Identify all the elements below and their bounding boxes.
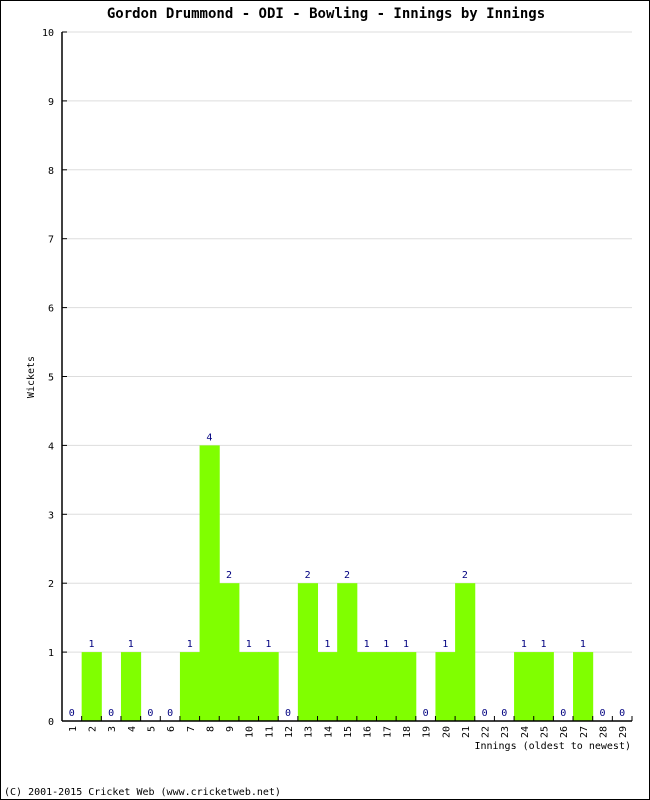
y-tick-label: 0: [48, 717, 54, 728]
data-label: 4: [206, 432, 212, 443]
bar: [297, 583, 319, 721]
x-tick-label: 28: [599, 726, 610, 738]
y-tick-label: 8: [48, 166, 54, 177]
data-label: 0: [619, 708, 625, 719]
data-label: 1: [442, 639, 448, 650]
x-tick-label: 25: [540, 726, 551, 738]
x-tick-label: 27: [579, 726, 590, 738]
bar: [179, 652, 201, 721]
y-tick-label: 9: [48, 97, 54, 108]
data-label: 1: [88, 639, 94, 650]
x-tick-label: 5: [146, 726, 157, 732]
y-tick-label: 5: [48, 373, 54, 384]
bar: [455, 583, 476, 721]
bar: [337, 583, 358, 721]
x-tick-label: 24: [520, 726, 531, 738]
y-tick-label: 7: [48, 235, 54, 246]
x-tick-label: 9: [225, 726, 236, 732]
x-tick-label: 12: [284, 726, 295, 738]
x-tick-label: 13: [304, 726, 315, 738]
bar: [573, 652, 594, 721]
y-tick-label: 4: [48, 441, 54, 452]
x-tick-label: 7: [186, 726, 197, 732]
bar: [199, 445, 220, 721]
data-label: 2: [305, 570, 311, 581]
data-label: 1: [265, 639, 271, 650]
x-tick-label: 26: [559, 726, 570, 738]
bar: [120, 652, 142, 721]
y-tick-labels: 0 1 2 3 4 5 6 7 8 9 10: [42, 28, 54, 728]
x-tick-label: 20: [441, 726, 452, 738]
bar: [533, 652, 554, 721]
x-tick-label: 3: [107, 726, 118, 732]
data-label: 1: [383, 639, 389, 650]
data-label: 0: [482, 708, 488, 719]
data-label: 1: [541, 639, 547, 650]
data-label: 0: [69, 708, 75, 719]
x-tick-label: 6: [166, 726, 177, 732]
x-tick-label: 19: [422, 726, 433, 738]
y-tick-label: 10: [42, 28, 54, 39]
x-tick-label: 1: [68, 726, 79, 732]
data-label: 0: [108, 708, 114, 719]
chart-title: Gordon Drummond - ODI - Bowling - Inning…: [107, 6, 545, 22]
x-tick-label: 22: [481, 726, 492, 738]
x-tick-labels: 1 2 3 4 5 6 7 8 9 10 11 12 13 14 15 16 17 18 19 20 21 22 23 24 2…: [68, 726, 629, 738]
chart-frame: Gordon Drummond - ODI - Bowling - Inning…: [0, 0, 650, 800]
bar: [258, 652, 279, 721]
data-label: 0: [423, 708, 429, 719]
data-label: 1: [364, 639, 370, 650]
bar: [376, 652, 397, 721]
y-tick-label: 1: [48, 648, 54, 659]
bar: [317, 652, 338, 721]
y-tick-label: 2: [48, 579, 54, 590]
bar-chart: Gordon Drummond - ODI - Bowling - Inning…: [4, 6, 633, 798]
x-tick-label: 17: [382, 726, 393, 738]
data-label: 2: [226, 570, 232, 581]
x-axis-title: Innings (oldest to newest): [474, 741, 631, 752]
x-tick-label: 15: [343, 726, 354, 738]
x-tick-label: 11: [264, 726, 275, 738]
x-tick-label: 14: [323, 726, 334, 738]
y-tick-label: 6: [48, 304, 54, 315]
y-tick-label: 3: [48, 510, 54, 521]
data-label: 0: [147, 708, 153, 719]
bar: [356, 652, 377, 721]
bar: [238, 652, 260, 721]
data-label: 1: [521, 639, 527, 650]
x-tick-label: 18: [402, 726, 413, 738]
copyright-footer: (C) 2001-2015 Cricket Web (www.cricketwe…: [4, 787, 281, 798]
data-label: 0: [560, 708, 566, 719]
bar: [396, 652, 417, 721]
y-axis-title: Wickets: [26, 356, 37, 398]
x-tick-label: 23: [500, 726, 511, 738]
data-label: 0: [167, 708, 173, 719]
x-tick-label: 29: [618, 726, 629, 738]
data-label: 2: [462, 570, 468, 581]
bar: [435, 652, 456, 721]
gridlines: [62, 31, 632, 653]
x-tick-label: 10: [245, 726, 256, 738]
data-label: 1: [187, 639, 193, 650]
data-label: 1: [324, 639, 330, 650]
x-tick-label: 2: [87, 726, 98, 732]
data-label: 0: [285, 708, 291, 719]
data-label: 1: [246, 639, 252, 650]
x-tick-label: 16: [363, 726, 374, 738]
bar: [514, 652, 535, 721]
data-label: 1: [580, 639, 586, 650]
x-tick-label: 4: [127, 726, 138, 732]
data-label: 1: [128, 639, 134, 650]
data-label: 2: [344, 570, 350, 581]
bar: [81, 652, 102, 721]
bar: [219, 583, 240, 721]
data-label: 0: [600, 708, 606, 719]
x-tick-label: 21: [461, 726, 472, 738]
data-label: 1: [403, 639, 409, 650]
x-tick-label: 8: [205, 726, 216, 732]
data-label: 0: [501, 708, 507, 719]
